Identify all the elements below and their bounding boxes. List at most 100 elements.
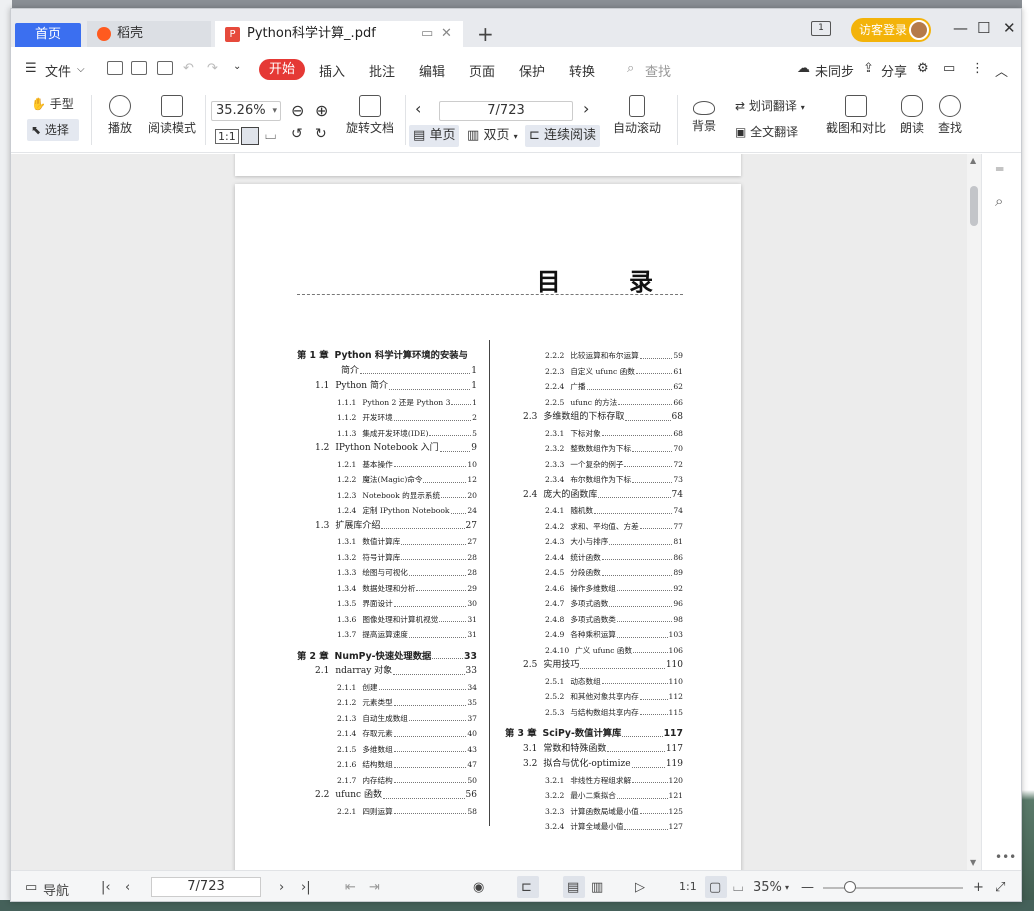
menu-convert[interactable]: 转换 — [569, 61, 595, 80]
page-number-input[interactable]: 7/723 — [439, 101, 573, 121]
toc-entry[interactable]: 3.2.3 计算函数局域最小值 125 — [505, 804, 683, 820]
toc-entry[interactable]: 3.2.1 非线性方程组求解 120 — [505, 773, 683, 789]
panel-menu-icon[interactable]: ═ — [996, 162, 1003, 176]
toc-entry[interactable]: 2.4.2 求和、平均值、方差 77 — [505, 519, 683, 535]
gear-icon[interactable]: ⚙ — [917, 61, 929, 76]
customize-icon[interactable]: ⌄ — [233, 61, 241, 72]
select-tool-button[interactable]: ⬉ 选择 — [27, 119, 79, 141]
unsynced-status[interactable]: 未同步 — [815, 61, 854, 80]
reader-mode-icon[interactable]: 1 — [811, 21, 831, 36]
read-aloud-button[interactable]: 朗读 — [897, 95, 927, 136]
toc-entry[interactable]: 2.1.4 存取元素 40 — [297, 726, 477, 742]
word-translate-button[interactable]: ⇄ 划词翻译 ▾ — [735, 97, 805, 114]
toc-entry[interactable]: 3.1 常数和特殊函数 117 — [505, 742, 683, 758]
close-tab-icon[interactable]: ✕ — [441, 21, 452, 47]
find-button[interactable]: 查找 — [935, 95, 965, 136]
next-page-icon[interactable]: › — [583, 99, 589, 118]
navigation-button[interactable]: 导航 — [43, 880, 69, 899]
menu-search[interactable]: 查找 — [645, 61, 671, 80]
toc-entry[interactable]: 2.2.1 四则运算 58 — [297, 804, 477, 820]
auto-scroll-button[interactable]: 自动滚动 — [607, 95, 667, 136]
cloud-icon[interactable]: ☁ — [797, 61, 810, 76]
actual-size-icon[interactable]: 1:1 — [679, 880, 697, 893]
reading-mode-button[interactable]: 阅读模式 — [145, 95, 199, 136]
toc-entry[interactable]: 3.2 拟合与优化-optimize 119 — [505, 757, 683, 773]
minimize-icon[interactable]: — — [953, 19, 968, 37]
fit-width-icon[interactable]: ⌴ — [733, 880, 743, 895]
menu-edit[interactable]: 编辑 — [419, 61, 445, 80]
toc-entry[interactable]: 1.3.3 绘图与可视化 28 — [297, 565, 477, 581]
toc-entry[interactable]: 1.3.1 数值计算库 27 — [297, 534, 477, 550]
toc-entry[interactable]: 2.2.3 自定义 ufunc 函数 61 — [505, 364, 683, 380]
toc-entry[interactable]: 1.1 Python 简介 1 — [297, 379, 477, 395]
print-icon[interactable] — [157, 61, 173, 75]
comment-icon[interactable]: ▭ — [943, 61, 955, 76]
search-icon[interactable]: ⌕ — [627, 61, 634, 76]
collapse-ribbon-icon[interactable]: ︿ — [995, 61, 1008, 80]
toc-entry[interactable]: 2.5.3 与结构数组共享内存 115 — [505, 705, 683, 721]
toc-entry[interactable]: 1.2 IPython Notebook 入门 9 — [297, 441, 477, 457]
more-horizontal-icon[interactable]: ••• — [995, 850, 1016, 864]
toc-entry[interactable]: 1.3.7 提高运算速度 31 — [297, 627, 477, 643]
fullscreen-icon[interactable]: ⤢ — [995, 880, 1005, 895]
toc-entry[interactable]: 2.4.4 统计函数 86 — [505, 550, 683, 566]
full-translate-button[interactable]: ▣ 全文翻译 — [735, 123, 798, 140]
toc-entry[interactable]: 2.1.7 内存结构 50 — [297, 773, 477, 789]
toc-entry[interactable]: 3.2.2 最小二乘拟合 121 — [505, 788, 683, 804]
hamburger-icon[interactable]: ☰ — [25, 61, 37, 76]
toc-entry[interactable]: 2.3.2 整数数组作为下标 70 — [505, 441, 683, 457]
toc-entry[interactable]: 2.4.3 大小与排序 81 — [505, 534, 683, 550]
toc-entry[interactable]: 2.3.1 下标对象 68 — [505, 426, 683, 442]
toc-chapter-entry[interactable]: 第 3 章 SciPy-数值计算库 117 — [505, 726, 683, 742]
ai-search-icon[interactable]: ⌕ — [995, 192, 1003, 210]
redo-icon[interactable]: ↷ — [207, 61, 218, 76]
share-button[interactable]: 分享 — [881, 61, 907, 80]
tab-docer[interactable]: 稻壳 — [87, 21, 211, 47]
save-icon[interactable] — [131, 61, 147, 75]
double-page-toggle[interactable]: ▥ 双页 ▾ — [463, 125, 522, 147]
toc-entry[interactable]: 2.2.5 ufunc 的方法 66 — [505, 395, 683, 411]
toc-entry[interactable]: 1.3 扩展库介绍 27 — [297, 519, 477, 535]
toc-entry[interactable]: 2.1.3 自动生成数组 37 — [297, 711, 477, 727]
zoom-in-icon[interactable]: + — [973, 880, 984, 895]
chevron-down-icon[interactable]: ▾ — [785, 883, 789, 892]
toc-entry[interactable]: 2.2 ufunc 函数 56 — [297, 788, 477, 804]
toc-entry[interactable]: 2.4.6 操作多维数组 92 — [505, 581, 683, 597]
toc-entry[interactable]: 2.4.5 分段函数 89 — [505, 565, 683, 581]
toc-entry[interactable]: 2.4.9 各种乘积运算 103 — [505, 627, 683, 643]
play-button[interactable]: 播放 — [103, 95, 137, 136]
first-page-icon[interactable]: |‹ — [101, 880, 111, 895]
hand-tool-button[interactable]: ✋ 手型 — [31, 95, 81, 112]
toc-entry[interactable]: 1.1.2 开发环境 2 — [297, 410, 477, 426]
toc-entry[interactable]: 1.1.1 Python 2 还是 Python 3 1 — [297, 395, 477, 411]
toc-entry[interactable]: 1.1.3 集成开发环境(IDE) 5 — [297, 426, 477, 442]
previous-page-icon[interactable]: ‹ — [415, 99, 421, 118]
rotate-document-button[interactable]: 旋转文档 — [343, 95, 397, 136]
zoom-out-icon[interactable]: ⊖ — [291, 101, 304, 120]
toc-entry[interactable]: 2.1.6 结构数组 47 — [297, 757, 477, 773]
single-page-toggle[interactable]: ▤ 单页 — [409, 125, 460, 147]
toc-entry[interactable]: 2.4.8 多项式函数类 98 — [505, 612, 683, 628]
toc-entry[interactable]: 1.2.4 定制 IPython Notebook 24 — [297, 503, 477, 519]
close-window-icon[interactable]: ✕ — [1003, 19, 1016, 37]
toc-entry[interactable]: 2.4.1 随机数 74 — [505, 503, 683, 519]
undo-icon[interactable]: ↶ — [183, 61, 194, 76]
open-folder-icon[interactable] — [107, 61, 123, 75]
status-zoom-value[interactable]: 35% — [753, 880, 782, 895]
toc-entry[interactable]: 2.4.7 多项式函数 96 — [505, 596, 683, 612]
tab-home[interactable]: 首页 — [15, 23, 81, 47]
previous-page-icon[interactable]: ‹ — [125, 880, 130, 895]
toc-entry[interactable]: 2.1.2 元素类型 35 — [297, 695, 477, 711]
last-page-icon[interactable]: ›| — [301, 880, 311, 895]
maximize-icon[interactable]: ☐ — [977, 19, 990, 37]
chevron-down-icon[interactable]: ⌵ — [77, 64, 85, 75]
rotate-left-icon[interactable]: ↺ — [291, 126, 303, 142]
toc-entry[interactable]: 1.3.5 界面设计 30 — [297, 596, 477, 612]
toc-chapter-entry[interactable]: 第 2 章 NumPy-快速处理数据 33 — [297, 649, 477, 665]
status-page-input[interactable]: 7/723 — [151, 877, 261, 897]
toc-entry[interactable]: 1.2.1 基本操作 10 — [297, 457, 477, 473]
double-page-icon[interactable]: ▥ — [591, 880, 603, 895]
share-icon[interactable]: ⇪ — [863, 61, 874, 76]
toc-entry[interactable]: 1.3.4 数据处理和分析 29 — [297, 581, 477, 597]
document-view[interactable]: 目 录 第 1 章 Python 科学计算环境的安装与 简介 1 1.1 Python 简… — [11, 154, 967, 870]
